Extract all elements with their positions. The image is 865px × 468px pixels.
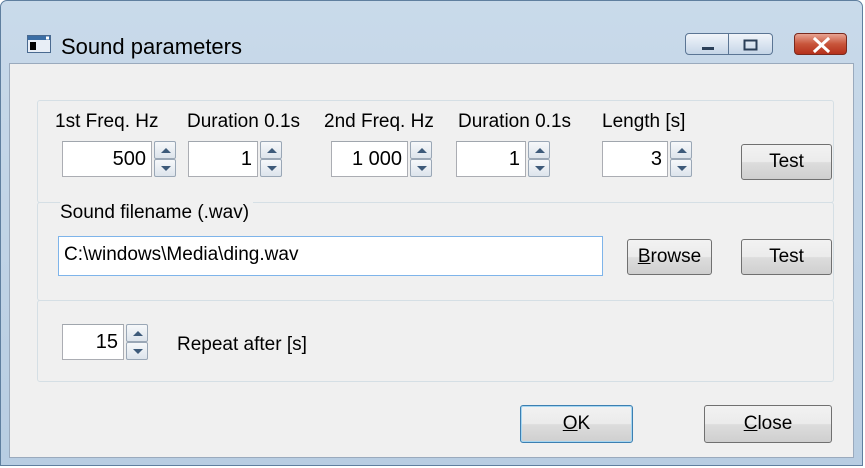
duration1-label: Duration 0.1s xyxy=(187,111,301,133)
title-bar[interactable]: Sound parameters xyxy=(1,1,862,59)
duration2-up-button[interactable] xyxy=(528,141,550,159)
dialog-window: Sound parameters 1st Freq. Hz Duration 0… xyxy=(0,0,863,466)
length-label: Length [s] xyxy=(602,111,686,133)
repeat-down-button[interactable] xyxy=(126,342,148,360)
maximize-button[interactable] xyxy=(729,33,773,55)
close-window-button[interactable] xyxy=(794,33,847,55)
freq2-label: 2nd Freq. Hz xyxy=(324,111,434,133)
arrow-down-icon xyxy=(677,166,687,171)
freq1-spin-buttons xyxy=(154,141,176,177)
repeat-spin-buttons xyxy=(126,324,148,360)
length-input[interactable]: 3 xyxy=(602,141,668,177)
repeat-after-label: Repeat after [s] xyxy=(177,334,307,356)
arrow-up-icon xyxy=(677,148,687,153)
duration1-input[interactable]: 1 xyxy=(188,141,258,177)
freq2-up-button[interactable] xyxy=(410,141,432,159)
duration2-input[interactable]: 1 xyxy=(456,141,526,177)
window-title: Sound parameters xyxy=(61,34,242,59)
freq1-spinner: 500 xyxy=(62,141,178,177)
duration2-label: Duration 0.1s xyxy=(458,111,572,133)
length-down-button[interactable] xyxy=(670,159,692,177)
duration1-up-button[interactable] xyxy=(260,141,282,159)
minimize-icon xyxy=(702,47,714,50)
repeat-up-button[interactable] xyxy=(126,324,148,342)
freq2-input[interactable]: 1 000 xyxy=(331,141,408,177)
arrow-up-icon xyxy=(133,331,143,336)
freq1-up-button[interactable] xyxy=(154,141,176,159)
freq1-down-button[interactable] xyxy=(154,159,176,177)
close-accel: C xyxy=(743,413,758,434)
app-window-icon xyxy=(27,35,51,53)
sound-filename-input[interactable]: C:\windows\Media\ding.wav xyxy=(58,236,603,276)
arrow-down-icon xyxy=(417,166,427,171)
arrow-down-icon xyxy=(267,166,277,171)
freq2-spinner: 1 000 xyxy=(331,141,447,177)
length-spin-buttons xyxy=(670,141,692,177)
duration2-spin-buttons xyxy=(528,141,550,177)
duration1-down-button[interactable] xyxy=(260,159,282,177)
repeat-spinner: 15 xyxy=(62,324,162,360)
duration2-down-button[interactable] xyxy=(528,159,550,177)
duration1-spinner: 1 xyxy=(188,141,304,177)
ok-label-rest: K xyxy=(577,413,591,434)
freq2-down-button[interactable] xyxy=(410,159,432,177)
length-up-button[interactable] xyxy=(670,141,692,159)
arrow-up-icon xyxy=(267,148,277,153)
length-spinner: 3 xyxy=(602,141,702,177)
browse-label-rest: rowse xyxy=(650,246,702,267)
close-icon xyxy=(812,36,831,54)
arrow-up-icon xyxy=(417,148,427,153)
tone-test-button[interactable]: Test xyxy=(741,144,832,180)
sound-filename-label: Sound filename (.wav) xyxy=(60,202,254,224)
arrow-up-icon xyxy=(161,148,171,153)
arrow-down-icon xyxy=(133,349,143,354)
freq1-label: 1st Freq. Hz xyxy=(55,111,159,133)
dialog-client-area: 1st Freq. Hz Duration 0.1s 2nd Freq. Hz … xyxy=(9,63,854,458)
arrow-down-icon xyxy=(535,166,545,171)
repeat-input[interactable]: 15 xyxy=(62,324,124,360)
close-button[interactable]: Close xyxy=(704,405,832,443)
browse-button[interactable]: Browse xyxy=(627,239,712,275)
minimize-button[interactable] xyxy=(685,33,729,55)
duration1-spin-buttons xyxy=(260,141,282,177)
arrow-down-icon xyxy=(161,166,171,171)
ok-accel: O xyxy=(562,413,578,434)
ok-button[interactable]: OK xyxy=(520,405,633,443)
arrow-up-icon xyxy=(535,148,545,153)
maximize-icon xyxy=(743,39,758,51)
file-test-button[interactable]: Test xyxy=(741,239,832,275)
browse-accel: B xyxy=(637,246,651,267)
freq2-spin-buttons xyxy=(410,141,432,177)
freq1-input[interactable]: 500 xyxy=(62,141,152,177)
close-label-rest: lose xyxy=(757,413,793,434)
duration2-spinner: 1 xyxy=(456,141,572,177)
